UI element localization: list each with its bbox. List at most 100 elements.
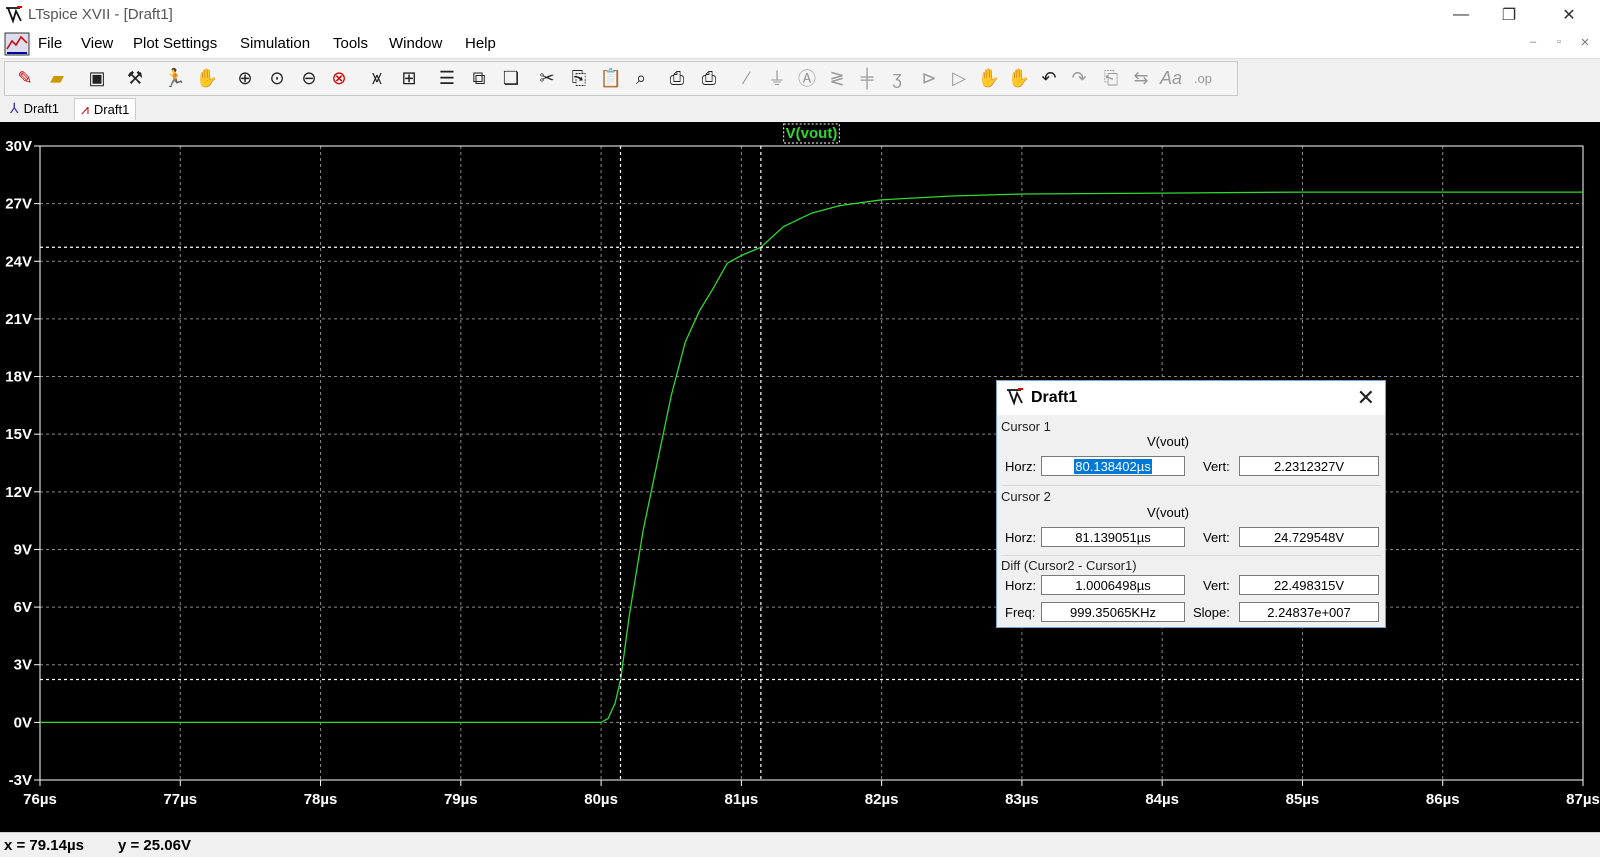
x-tick-label: 77µs [163, 791, 197, 808]
mirror-icon[interactable]: ⇆ [1128, 65, 1154, 91]
close-button[interactable]: ✕ [1546, 0, 1592, 30]
menu-plot-settings[interactable]: Plot Settings [133, 35, 217, 52]
control-panel-icon[interactable]: ⚒ [122, 65, 148, 91]
redo-icon[interactable]: ↷ [1066, 65, 1092, 91]
dialog-close-button[interactable]: ✕ [1357, 385, 1375, 411]
open-icon[interactable]: ▰ [44, 65, 70, 91]
undo-icon[interactable]: ↶ [1036, 65, 1062, 91]
plot-area-icon[interactable]: ⊞ [396, 65, 422, 91]
menu-simulation[interactable]: Simulation [240, 35, 310, 52]
menu-file[interactable]: File [38, 35, 62, 52]
menu-view[interactable]: View [81, 35, 113, 52]
cursor1-vert-label: Vert: [1203, 459, 1230, 474]
tile-horizontal-icon[interactable]: ☰ [434, 65, 460, 91]
separator [1001, 555, 1381, 556]
capacitor-icon[interactable]: ╪ [854, 65, 880, 91]
diff-freq-field[interactable]: 999.35065KHz [1041, 602, 1185, 622]
toolbar: ✎ ▰ ▣ ⚒ 🏃 ✋ ⊕ ⊙ ⊖ ⊗ ⩙ ⊞ ☰ ⧉ ❏ ✂ ⎘ 📋 ⌕ ⎙ … [0, 58, 1600, 97]
diff-slope-label: Slope: [1193, 605, 1230, 620]
y-tick-label: 30V [5, 138, 32, 155]
zoom-out-icon[interactable]: ⊖ [296, 65, 322, 91]
mdi-close-button[interactable]: ✕ [1574, 36, 1596, 54]
cursor1-horz-field[interactable]: 80.138402µs [1041, 456, 1185, 476]
halt-icon[interactable]: ✋ [194, 65, 220, 91]
zoom-cancel-icon[interactable]: ⊗ [326, 65, 352, 91]
diff-vert-field[interactable]: 22.498315V [1239, 575, 1379, 595]
maximize-button[interactable]: ❐ [1486, 0, 1532, 30]
cursor1-vert-field[interactable]: 2.2312327V [1239, 456, 1379, 476]
y-tick-label: 0V [14, 714, 32, 731]
cut-icon[interactable]: ✂ [534, 65, 560, 91]
diff-slope-field[interactable]: 2.24837e+007 [1239, 602, 1379, 622]
title-bar: LTspice XVII - [Draft1] — ❐ ✕ [0, 0, 1600, 30]
cursor1-horz-label: Horz: [1005, 459, 1037, 474]
tab-schematic[interactable]: ⅄ Draft1 [4, 98, 65, 119]
status-bar: x = 79.14µs y = 25.06V [0, 832, 1600, 857]
menu-tools[interactable]: Tools [333, 35, 368, 52]
menu-bar: File View Plot Settings Simulation Tools… [0, 30, 1600, 58]
trace-label: V(vout) [786, 125, 838, 142]
wire-icon[interactable]: ∕ [734, 65, 760, 91]
tab-label: Draft1 [23, 101, 59, 116]
save-icon[interactable]: ▣ [84, 65, 110, 91]
separator [1001, 485, 1381, 486]
x-tick-label: 84µs [1145, 791, 1179, 808]
copy-icon[interactable]: ⎘ [566, 65, 592, 91]
print-setup-icon[interactable]: ⎙ [664, 65, 690, 91]
cursor2-horz-field[interactable]: 81.139051µs [1041, 527, 1185, 547]
autorange-icon[interactable]: ⩙ [364, 65, 390, 91]
diode-icon[interactable]: ⊳ [916, 65, 942, 91]
diff-freq-label: Freq: [1005, 605, 1036, 620]
move-icon[interactable]: ✋ [976, 65, 1002, 91]
y-tick-label: 21V [5, 311, 32, 328]
menu-window[interactable]: Window [389, 35, 442, 52]
waveform-icon: ⩘ [81, 101, 89, 117]
zoom-pan-icon[interactable]: ⊙ [264, 65, 290, 91]
cursor1-trace: V(vout) [1147, 434, 1189, 449]
zoom-in-icon[interactable]: ⊕ [232, 65, 258, 91]
y-tick-label: 27V [5, 196, 32, 213]
cursor-dialog: Draft1 ✕ Cursor 1 V(vout) Horz: 80.13840… [996, 380, 1386, 628]
cursor2-horz-label: Horz: [1005, 530, 1037, 545]
ground-icon[interactable]: ⏚ [764, 65, 790, 91]
cursor2-vert-field[interactable]: 24.729548V [1239, 527, 1379, 547]
resistor-icon[interactable]: ≷ [824, 65, 850, 91]
drag-icon[interactable]: ✋ [1006, 65, 1032, 91]
tab-waveform[interactable]: ⩘ Draft1 [74, 98, 137, 120]
paste-icon[interactable]: 📋 [598, 65, 624, 91]
find-icon[interactable]: ⌕ [628, 65, 654, 91]
cursor2-vert-label: Vert: [1203, 530, 1230, 545]
text-icon[interactable]: Aa [1158, 65, 1184, 91]
inductor-icon[interactable]: ʒ [884, 65, 910, 91]
run-icon[interactable]: 🏃 [162, 65, 188, 91]
x-tick-label: 87µs [1566, 791, 1600, 808]
diff-horz-label: Horz: [1005, 578, 1037, 593]
y-tick-label: 12V [5, 484, 32, 501]
diff-horz-field[interactable]: 1.0006498µs [1041, 575, 1185, 595]
x-tick-label: 83µs [1005, 791, 1039, 808]
x-tick-label: 86µs [1426, 791, 1460, 808]
mdi-restore-button[interactable]: ▫ [1548, 36, 1570, 54]
x-tick-label: 80µs [584, 791, 618, 808]
tile-vertical-icon[interactable]: ⧉ [466, 65, 492, 91]
mdi-minimize-button[interactable]: – [1522, 36, 1544, 54]
menu-help[interactable]: Help [465, 35, 496, 52]
print-icon[interactable]: ⎙ [696, 65, 722, 91]
window-title: LTspice XVII - [Draft1] [28, 6, 173, 23]
cascade-icon[interactable]: ❏ [498, 65, 524, 91]
spice-directive-icon[interactable]: .op [1190, 65, 1216, 91]
y-tick-label: 9V [14, 541, 32, 558]
dialog-header: Draft1 ✕ [997, 381, 1385, 415]
x-tick-label: 81µs [725, 791, 759, 808]
y-tick-label: 6V [14, 599, 32, 616]
label-icon[interactable]: Ⓐ [794, 65, 820, 91]
y-tick-label: 24V [5, 253, 32, 270]
minimize-button[interactable]: — [1438, 0, 1484, 30]
component-icon[interactable]: ▷ [946, 65, 972, 91]
waveform-doc-icon[interactable] [4, 31, 30, 57]
y-tick-label: 3V [14, 657, 32, 674]
schematic-icon: ⅄ [10, 100, 19, 116]
rotate-icon[interactable]: ⎗ [1098, 65, 1124, 91]
new-schematic-icon[interactable]: ✎ [12, 65, 38, 91]
tab-label: Draft1 [93, 102, 130, 117]
